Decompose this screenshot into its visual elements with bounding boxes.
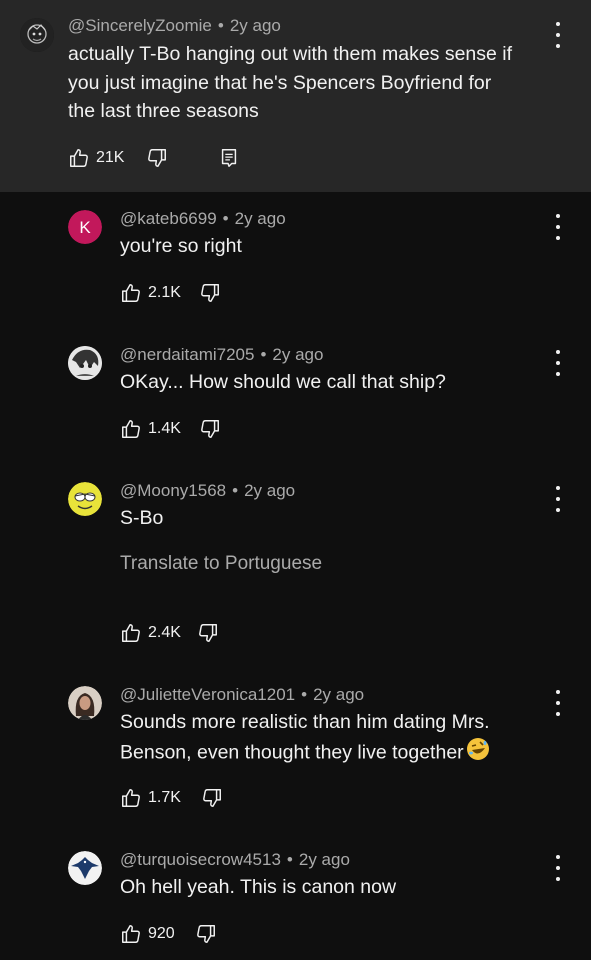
comment-actions: 2.1K [120, 281, 221, 305]
more-options-button[interactable] [548, 22, 568, 48]
thumbs-up-icon [122, 420, 140, 438]
comment-text: actually T-Bo hanging out with them make… [68, 40, 558, 126]
woman-portrait-avatar-icon [68, 686, 102, 720]
comment-text-line-with-emoji: Benson, even thought they live together [120, 737, 560, 770]
comment-actions: 2.4K [120, 621, 219, 645]
separator-dot: • [217, 16, 224, 35]
like-count: 1.4K [148, 420, 181, 437]
separator-dot: • [222, 209, 229, 228]
like-button[interactable]: 2.4K [120, 622, 181, 644]
like-count: 2.4K [148, 624, 181, 641]
more-options-button[interactable] [548, 214, 568, 240]
avatar[interactable]: K [68, 210, 102, 244]
author-name[interactable]: @SincerelyZoomie [68, 16, 212, 35]
avatar[interactable] [68, 482, 102, 516]
separator-dot: • [286, 850, 293, 869]
thumbs-down-icon [199, 624, 217, 642]
thumbs-up-icon [122, 789, 140, 807]
dislike-button[interactable] [199, 282, 221, 304]
comment-text: Sounds more realistic than him dating Mr… [120, 708, 560, 769]
like-count: 920 [148, 925, 175, 942]
like-count: 21K [96, 149, 125, 166]
crow-avatar-icon [68, 851, 102, 885]
rolling-on-floor-laughing-emoji-icon [466, 737, 490, 770]
comment-text-line: Benson, even thought they live together [120, 740, 464, 763]
comment-meta: @nerdaitami7205 • 2y ago [120, 345, 323, 365]
comment-text: Oh hell yeah. This is canon now [120, 873, 396, 902]
comment-text-line: S-Bo [120, 507, 164, 529]
avatar[interactable] [68, 346, 102, 380]
like-button[interactable]: 21K [68, 147, 124, 169]
comment-meta: @Moony1568 • 2y ago [120, 481, 295, 501]
thumbs-down-icon [196, 925, 215, 943]
like-count: 2.1K [148, 284, 181, 301]
dislike-button[interactable] [197, 622, 219, 644]
comment-actions: 21K [68, 146, 240, 170]
author-name[interactable]: @kateb6699 [120, 209, 217, 228]
separator-dot: • [301, 685, 308, 704]
dislike-button[interactable] [199, 418, 221, 440]
thumbs-up-icon [122, 925, 140, 943]
comment-actions: 1.4K [120, 417, 221, 441]
dislike-button[interactable] [195, 923, 217, 945]
reply-comment-icon [222, 149, 237, 167]
letter-avatar-icon: K [68, 210, 102, 244]
more-options-button[interactable] [548, 350, 568, 376]
timestamp: 2y ago [244, 481, 296, 500]
more-options-button[interactable] [548, 690, 568, 716]
anime-character-avatar-icon [68, 346, 102, 380]
comment-meta: @SincerelyZoomie • 2y ago [68, 16, 281, 36]
avatar[interactable] [20, 18, 54, 52]
comment-actions: 920 [120, 922, 217, 946]
comment-meta: @turquoisecrow4513 • 2y ago [120, 850, 350, 870]
comment-text: you're so right [120, 232, 242, 261]
comment-text-line: OKay... How should we call that ship? [120, 371, 446, 393]
timestamp: 2y ago [313, 685, 365, 704]
author-name[interactable]: @nerdaitami7205 [120, 345, 254, 364]
comment-meta: @JulietteVeronica1201 • 2y ago [120, 685, 364, 705]
comment-text-line: the last three seasons [68, 100, 259, 122]
comment-text-line: Oh hell yeah. This is canon now [120, 876, 397, 898]
dark-sketch-avatar-icon [20, 18, 54, 52]
avatar[interactable] [68, 851, 102, 885]
like-button[interactable]: 1.7K [120, 787, 181, 809]
comment-actions: 1.7K [120, 786, 223, 810]
yellow-cartoon-avatar-icon [68, 482, 102, 516]
dislike-button[interactable] [146, 147, 168, 169]
like-count: 1.7K [148, 789, 181, 806]
like-button[interactable]: 920 [120, 923, 175, 945]
comment-text: S-Bo [120, 504, 163, 533]
like-button[interactable]: 1.4K [120, 418, 181, 440]
thumbs-up-icon [70, 149, 88, 167]
like-button[interactable]: 2.1K [120, 282, 181, 304]
comment-text-line: actually T-Bo hanging out with them make… [68, 43, 513, 65]
avatar-letter: K [79, 218, 91, 237]
thumbs-up-icon [122, 284, 140, 302]
separator-dot: • [260, 345, 267, 364]
timestamp: 2y ago [298, 850, 350, 869]
author-name[interactable]: @JulietteVeronica1201 [120, 685, 295, 704]
thumbs-down-icon [148, 149, 167, 167]
comment-text-line: you're so right [120, 235, 242, 257]
more-options-button[interactable] [548, 855, 568, 881]
author-name[interactable]: @turquoisecrow4513 [120, 850, 281, 869]
reply-button[interactable] [218, 147, 240, 169]
thumbs-down-icon [201, 284, 219, 302]
timestamp: 2y ago [229, 16, 281, 35]
separator-dot: • [232, 481, 239, 500]
comment-text: OKay... How should we call that ship? [120, 368, 446, 397]
comment-text-line: you just imagine that he's Spencers Boyf… [68, 71, 492, 94]
avatar[interactable] [68, 686, 102, 720]
more-options-button[interactable] [548, 486, 568, 512]
translate-link[interactable]: Translate to Portuguese [120, 553, 322, 575]
timestamp: 2y ago [234, 209, 286, 228]
thumbs-down-icon [203, 789, 221, 807]
comment-text-line: Sounds more realistic than him dating Mr… [120, 711, 490, 733]
author-name[interactable]: @Moony1568 [120, 481, 226, 500]
thumbs-up-icon [122, 624, 140, 642]
dislike-button[interactable] [201, 787, 223, 809]
comment-meta: @kateb6699 • 2y ago [120, 209, 286, 229]
timestamp: 2y ago [272, 345, 324, 364]
thumbs-down-icon [201, 420, 219, 438]
